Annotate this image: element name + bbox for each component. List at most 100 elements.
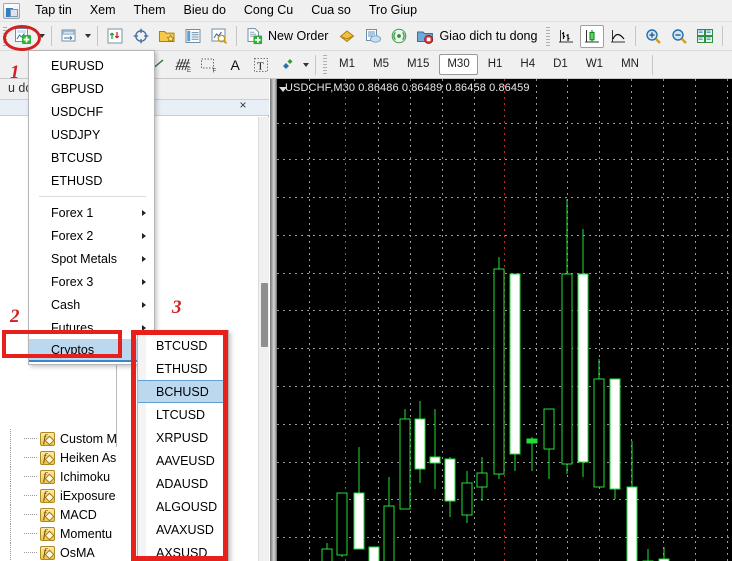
menu-taptin[interactable]: Tap tin (26, 0, 81, 21)
autotrading-label[interactable]: Giao dich tu dong (438, 29, 543, 43)
menu-item-forex-3[interactable]: Forex 3 (29, 270, 154, 293)
menu-item-label: USDCHF (51, 104, 104, 119)
timeframe-mn[interactable]: MN (613, 54, 647, 75)
menu-item-spot-metals[interactable]: Spot Metals (29, 247, 154, 270)
strategy-tester-button[interactable] (207, 25, 231, 48)
timeframe-m5[interactable]: M5 (365, 54, 397, 75)
toolbar-grip-2[interactable] (546, 26, 551, 46)
menu-item-label: Forex 2 (51, 228, 94, 243)
submenu-arrow-icon (142, 233, 146, 239)
tree-item-label: OsMA (60, 545, 95, 560)
metatrader-logo-icon (3, 2, 20, 19)
arrows-button[interactable] (275, 53, 299, 76)
tree-connector (0, 429, 40, 448)
line-chart-button[interactable] (606, 25, 630, 48)
new-order-label[interactable]: New Order (267, 29, 334, 43)
left-panel-scrollbar[interactable] (258, 117, 269, 561)
timeframe-d1[interactable]: D1 (545, 54, 576, 75)
annotation-rect-2 (2, 330, 122, 358)
metaeditor-button[interactable] (335, 25, 359, 48)
annotation-number-1: 1 (10, 62, 20, 83)
new-chart-symbol-menu: EURUSD GBPUSD USDCHF USDJPY BTCUSD ETHUS… (28, 50, 155, 365)
menu-them[interactable]: Them (125, 0, 175, 21)
mql5-community-button[interactable] (361, 25, 385, 48)
market-watch-button[interactable] (103, 25, 127, 48)
tree-connector (0, 524, 40, 543)
toolbar-separator (51, 26, 52, 46)
tree-item-label: Ichimoku (60, 469, 111, 484)
autotrading-button[interactable] (413, 25, 437, 48)
menu-bieudo[interactable]: Bieu do (175, 0, 235, 21)
navigator-button[interactable] (155, 25, 179, 48)
zoom-in-button[interactable] (641, 25, 665, 48)
indicator-function-icon (40, 488, 55, 503)
tree-connector (0, 486, 40, 505)
terminal-button[interactable] (181, 25, 205, 48)
menu-item-btcusd[interactable]: BTCUSD (29, 146, 154, 169)
menu-item-label: GBPUSD (51, 81, 104, 96)
toolbar-separator-5 (722, 26, 724, 46)
standard-toolbar: New Order Giao dich tu dong (0, 22, 732, 51)
menu-item-gbpusd[interactable]: GBPUSD (29, 77, 154, 100)
arrows-dropdown-caret[interactable] (300, 53, 311, 76)
toolbar2-separator-2 (651, 54, 653, 75)
fibonacci-button[interactable]: E (171, 53, 195, 76)
timeframe-h1[interactable]: H1 (480, 54, 511, 75)
timeframe-h4[interactable]: H4 (512, 54, 543, 75)
menu-item-label: USDJPY (51, 127, 101, 142)
tree-connector (0, 543, 40, 561)
timeframe-m1[interactable]: M1 (331, 54, 363, 75)
svg-text:F: F (213, 68, 217, 74)
svg-text:A: A (231, 57, 241, 73)
menu-item-label: Forex 3 (51, 274, 94, 289)
bar-chart-button[interactable] (554, 25, 578, 48)
text-button[interactable]: A (223, 53, 247, 76)
close-icon[interactable]: × (236, 98, 250, 112)
menu-item-forex-1[interactable]: Forex 1 (29, 201, 154, 224)
chart-canvas[interactable]: USDCHF,M30 0.86486 0.86489 0.86458 0.864… (277, 79, 732, 561)
toolbar-separator-3 (236, 26, 237, 46)
tree-connector (0, 505, 40, 524)
scrollbar-thumb[interactable] (261, 283, 268, 347)
indicator-function-icon (40, 431, 55, 446)
menu-item-cash[interactable]: Cash (29, 293, 154, 316)
timeframe-grip[interactable] (323, 55, 327, 74)
timeframe-w1[interactable]: W1 (578, 54, 611, 75)
chart-symbol-label: USDCHF,M30 0.86486 0.86489 0.86458 0.864… (285, 82, 530, 94)
chart-window[interactable]: USDCHF,M30 0.86486 0.86489 0.86458 0.864… (270, 79, 732, 561)
menu-trogiup[interactable]: Tro Giup (360, 0, 426, 21)
menu-item-ethusd[interactable]: ETHUSD (29, 169, 154, 192)
candlestick-chart-button[interactable] (580, 24, 605, 48)
tree-item-label: MACD (60, 507, 97, 522)
zoom-out-button[interactable] (667, 25, 691, 48)
menu-item-usdjpy[interactable]: USDJPY (29, 123, 154, 146)
indicator-function-icon (40, 507, 55, 522)
menu-item-label: Cash (51, 297, 81, 312)
profiles-button[interactable] (57, 25, 81, 48)
timeframe-m30[interactable]: M30 (439, 54, 478, 75)
menu-xem[interactable]: Xem (81, 0, 125, 21)
tile-windows-button[interactable] (693, 25, 717, 48)
tree-item-label: iExposure (60, 488, 116, 503)
menu-item-label: Forex 1 (51, 205, 94, 220)
menu-item-forex-2[interactable]: Forex 2 (29, 224, 154, 247)
profiles-dropdown-caret[interactable] (82, 25, 93, 48)
annotation-number-3: 3 (172, 297, 182, 318)
data-window-button[interactable] (129, 25, 153, 48)
menu-item-label: Spot Metals (51, 251, 118, 266)
text-label-button[interactable]: T (249, 53, 273, 76)
submenu-arrow-icon (142, 256, 146, 262)
timeframe-m15[interactable]: M15 (399, 54, 437, 75)
signals-button[interactable] (387, 25, 411, 48)
menu-cuaso[interactable]: Cua so (302, 0, 360, 21)
more-toolbar-button[interactable] (728, 25, 732, 48)
menu-congcu[interactable]: Cong Cu (235, 0, 302, 21)
menu-item-eurusd[interactable]: EURUSD (29, 54, 154, 77)
new-order-button-icon[interactable] (242, 25, 266, 48)
menu-bar: Tap tin Xem Them Bieu do Cong Cu Cua so … (0, 0, 732, 22)
submenu-arrow-icon (142, 302, 146, 308)
tree-connector (0, 448, 40, 467)
candlestick-series (321, 199, 670, 561)
shapes-button[interactable]: F (197, 53, 221, 76)
menu-item-usdchf[interactable]: USDCHF (29, 100, 154, 123)
